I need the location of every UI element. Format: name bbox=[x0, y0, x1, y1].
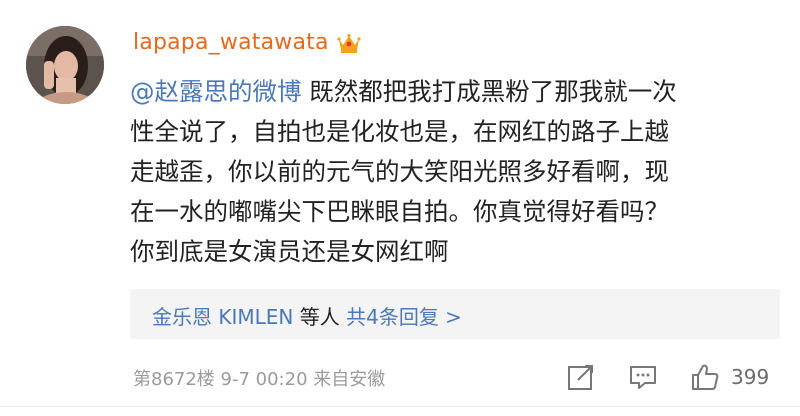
avatar[interactable] bbox=[26, 26, 104, 104]
replies-others: 等人 bbox=[293, 305, 347, 329]
reply-user-name[interactable]: 金乐恩 KIMLEN bbox=[152, 305, 293, 329]
username-row: lapapa_watawata bbox=[133, 30, 361, 55]
comment-line-1: @赵露思的微博 既然都把我打成黑粉了那我就一次 bbox=[130, 77, 677, 106]
avatar-photo bbox=[26, 26, 104, 104]
username[interactable]: lapapa_watawata bbox=[133, 30, 329, 55]
comment-line-2: 性全说了，自拍也是化妆也是，在网红的路子上越 bbox=[130, 117, 669, 146]
divider bbox=[0, 406, 800, 407]
comment-icon[interactable] bbox=[628, 362, 658, 392]
share-icon[interactable] bbox=[566, 362, 596, 392]
mention-link[interactable]: @赵露思的微博 bbox=[130, 77, 302, 106]
replies-summary: 金乐恩 KIMLEN 等人 共4条回复 > bbox=[152, 301, 462, 330]
action-bar: 399 bbox=[0, 362, 800, 394]
crown-icon bbox=[337, 33, 361, 53]
comment-text: @赵露思的微博 既然都把我打成黑粉了那我就一次 性全说了，自拍也是化妆也是，在网… bbox=[130, 72, 780, 272]
replies-box[interactable]: 金乐恩 KIMLEN 等人 共4条回复 > bbox=[130, 289, 780, 339]
like-icon[interactable] bbox=[690, 362, 720, 392]
comment-line-4: 在一水的嘟嘴尖下巴眯眼自拍。你真觉得好看吗？ bbox=[130, 197, 669, 226]
like-count: 399 bbox=[731, 365, 770, 389]
comment-line-3: 走越歪，你以前的元气的大笑阳光照多好看啊，现 bbox=[130, 157, 669, 186]
comment-line-5: 你到底是女演员还是女网红啊 bbox=[130, 237, 449, 266]
view-replies-link[interactable]: 共4条回复 > bbox=[346, 305, 462, 329]
